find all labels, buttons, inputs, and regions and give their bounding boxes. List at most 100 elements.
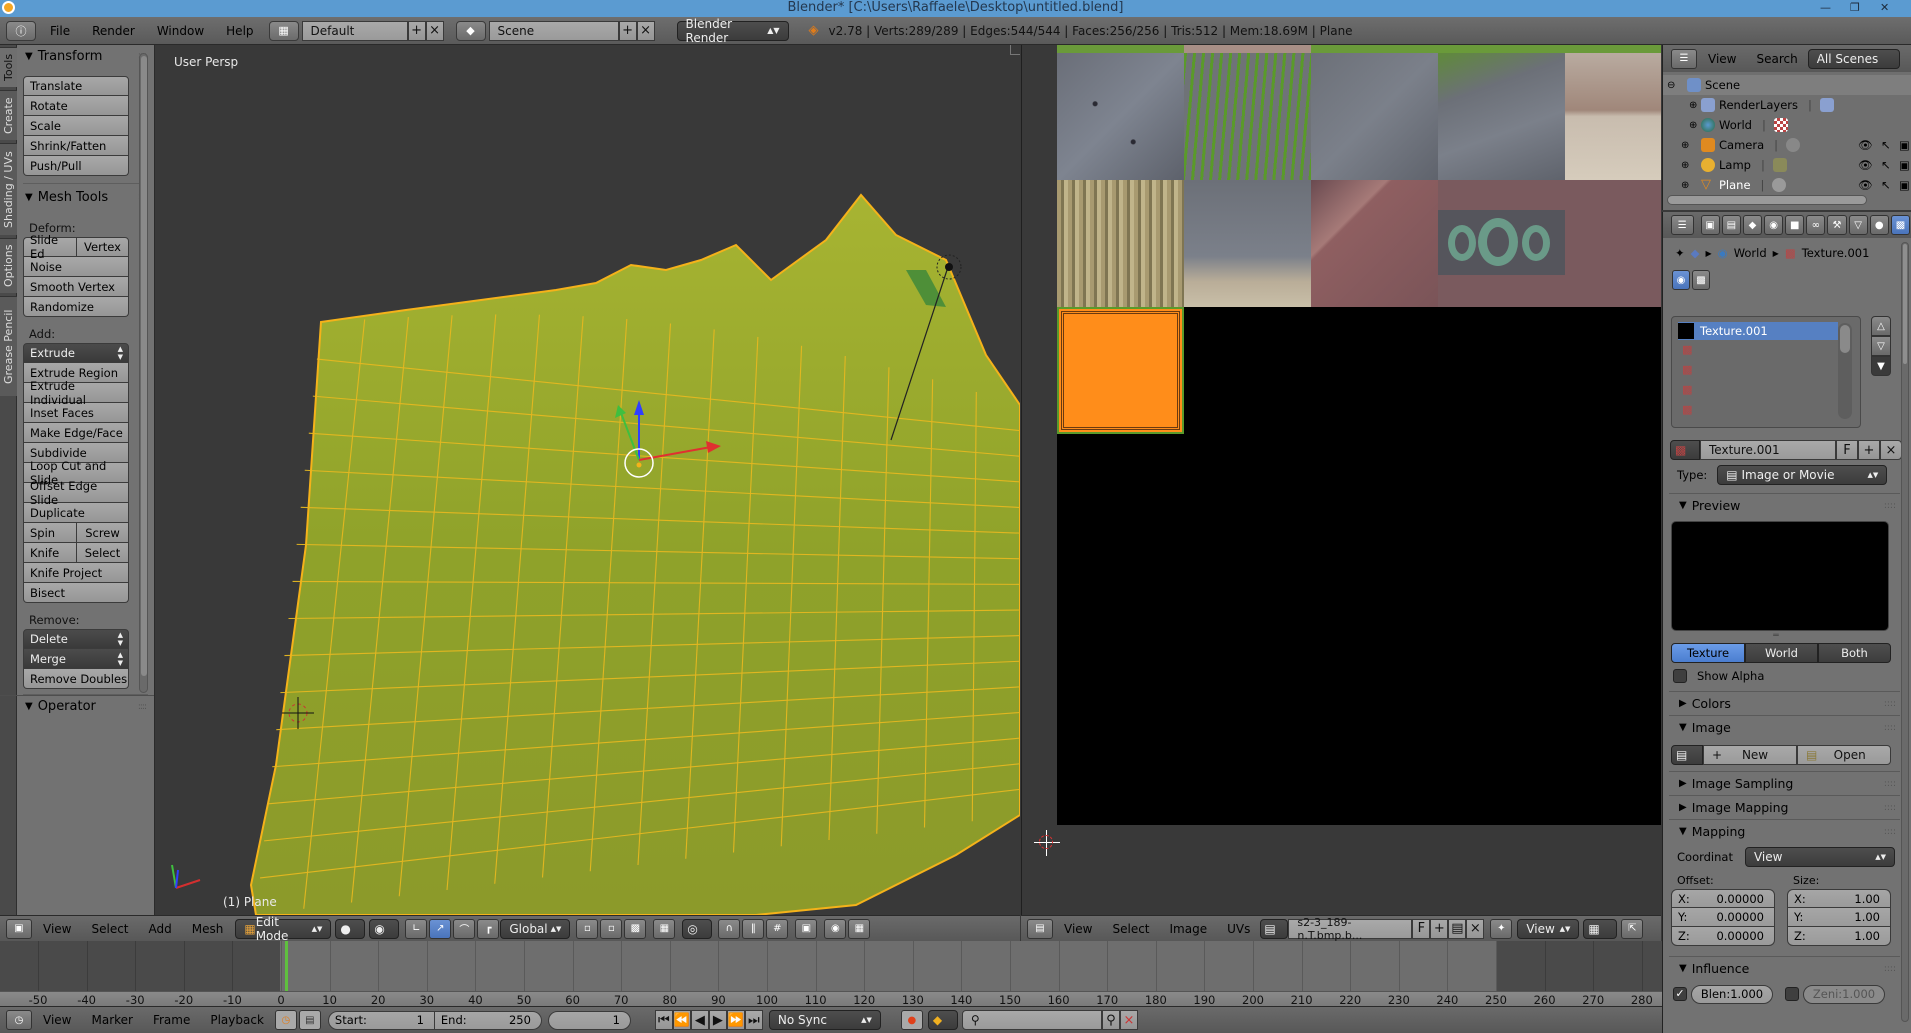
- tab-grease-pencil[interactable]: Grease Pencil: [0, 296, 17, 396]
- new-image-button[interactable]: + New: [1703, 745, 1797, 765]
- timeline-menu-frame[interactable]: Frame: [143, 1013, 200, 1027]
- 2d-cursor[interactable]: [1034, 830, 1060, 856]
- selectability-arrow-icon[interactable]: ↖: [1881, 138, 1891, 152]
- knife-button[interactable]: Knife: [23, 543, 76, 563]
- offset-x-field[interactable]: X: 0.00000: [1671, 889, 1775, 908]
- drag-grip-icon[interactable]: ::::: [1884, 723, 1896, 733]
- jump-to-keyframe-back-button[interactable]: ⏪: [672, 1010, 691, 1030]
- fake-user-button[interactable]: F: [1412, 918, 1431, 939]
- play-reverse-button[interactable]: ◀: [690, 1010, 709, 1030]
- drag-grip-icon[interactable]: ::::: [1884, 827, 1896, 837]
- menu-help[interactable]: Help: [215, 24, 264, 38]
- render-animation-button[interactable]: ▦: [848, 918, 871, 939]
- viewport-menu-view[interactable]: View: [33, 922, 81, 936]
- browse-image-button[interactable]: ▤: [1671, 745, 1703, 765]
- area-split-corner[interactable]: [1010, 45, 1020, 55]
- push-pull-button[interactable]: Push/Pull: [23, 156, 129, 176]
- tab-world[interactable]: ◉: [1764, 215, 1784, 235]
- translate-manipulator-button[interactable]: ↗: [429, 918, 452, 939]
- size-z-field[interactable]: Z: 1.00: [1787, 927, 1891, 946]
- editor-type-properties-button[interactable]: ☰: [1671, 215, 1694, 235]
- timeline-menu-playback[interactable]: Playback: [200, 1013, 274, 1027]
- play-button[interactable]: ▶: [708, 1010, 727, 1030]
- image-panel-header[interactable]: ▼ Image::::: [1669, 715, 1900, 739]
- delete-dropdown[interactable]: Delete ▲ ▼: [23, 629, 129, 649]
- size-y-field[interactable]: Y: 1.00: [1787, 908, 1891, 927]
- make-edge-face-button[interactable]: Make Edge/Face: [23, 423, 129, 443]
- visibility-eye-icon[interactable]: 👁: [1858, 178, 1873, 192]
- sticky-selection-button[interactable]: ⇱: [1621, 918, 1644, 939]
- outliner-item-lamp[interactable]: ⊕ Lamp | 👁 ↖ ▣: [1663, 155, 1911, 175]
- selectability-arrow-icon[interactable]: ↖: [1881, 158, 1891, 172]
- outliner-item-world[interactable]: ⊕ World |: [1663, 115, 1911, 135]
- world-texture-context-button[interactable]: ◉: [1672, 270, 1690, 290]
- slide-vertex-button[interactable]: Vertex: [76, 237, 129, 257]
- image-menu-select[interactable]: Select: [1102, 922, 1159, 936]
- keying-mode-dropdown[interactable]: ◆: [927, 1010, 958, 1030]
- merge-dropdown[interactable]: Merge ▲ ▼: [23, 649, 129, 669]
- editor-type-timeline-button[interactable]: ◷: [6, 1010, 32, 1030]
- start-frame-field[interactable]: Start: 1: [327, 1010, 435, 1030]
- face-select-button[interactable]: ▩: [624, 918, 647, 939]
- vertex-select-button[interactable]: ▫: [576, 918, 599, 939]
- preview-tab-texture[interactable]: Texture: [1671, 643, 1745, 663]
- image-menu-image[interactable]: Image: [1160, 922, 1218, 936]
- opengl-render-button[interactable]: ▣: [795, 918, 818, 939]
- outliner-menu-search[interactable]: Search: [1746, 52, 1807, 66]
- preview-tab-world[interactable]: World: [1745, 643, 1818, 663]
- drag-grip-icon[interactable]: ::::: [1884, 501, 1896, 511]
- drag-grip-icon[interactable]: ::::: [1884, 699, 1896, 709]
- expand-icon[interactable]: ⊕: [1689, 100, 1701, 111]
- outliner-item-renderlayers[interactable]: ⊕ RenderLayers |: [1663, 95, 1911, 115]
- limit-selection-button[interactable]: ▦: [653, 918, 676, 939]
- timeline[interactable]: -50 -40 -30 -20 -10 0 10 20 30 40 50 60 70 80 90 100 110…: [0, 941, 1662, 1007]
- unlink-texture-button[interactable]: ×: [1880, 440, 1902, 460]
- influence-panel-header[interactable]: ▼ Influence::::: [1669, 956, 1900, 980]
- offset-y-field[interactable]: Y: 0.00000: [1671, 908, 1775, 927]
- texture-fake-user-button[interactable]: F: [1836, 440, 1858, 460]
- transform-orientation-dropdown[interactable]: Global ▲▼: [500, 918, 571, 939]
- slot-specials-button[interactable]: ▼: [1871, 356, 1891, 376]
- keying-set-field[interactable]: ⚲: [961, 1010, 1102, 1030]
- outliner-display-mode-dropdown[interactable]: All Scenes: [1807, 48, 1900, 69]
- delete-keyframe-button[interactable]: ×: [1119, 1010, 1138, 1030]
- preview-resize-handle[interactable]: ═: [1663, 631, 1889, 643]
- texture-slot-empty[interactable]: ▩: [1682, 360, 1860, 380]
- expand-icon[interactable]: ⊕: [1689, 120, 1701, 131]
- mesh-canvas[interactable]: [156, 45, 1020, 915]
- timeline-ruler[interactable]: [0, 991, 1662, 1006]
- preview-range-toggle[interactable]: ◷: [274, 1010, 297, 1030]
- offset-z-field[interactable]: Z: 0.00000: [1671, 927, 1775, 946]
- brush-texture-context-button[interactable]: ▩: [1692, 270, 1710, 290]
- editor-type-image-button[interactable]: ▤: [1027, 918, 1053, 939]
- collapse-icon[interactable]: ⊖: [1667, 80, 1679, 91]
- shrink-fatten-button[interactable]: Shrink/Fatten: [23, 136, 129, 156]
- tab-modifiers[interactable]: ⚒: [1827, 215, 1847, 235]
- mesh-surface[interactable]: [249, 193, 1020, 915]
- noise-button[interactable]: Noise: [23, 257, 129, 277]
- renderability-camera-icon[interactable]: ▣: [1899, 178, 1910, 192]
- rotate-button[interactable]: Rotate: [23, 96, 129, 116]
- editor-type-info-button[interactable]: ⓘ: [6, 20, 36, 41]
- uv-island-selected[interactable]: [1057, 307, 1184, 434]
- browse-image-button[interactable]: ▤: [1260, 918, 1289, 939]
- visibility-eye-icon[interactable]: 👁: [1858, 158, 1873, 172]
- bisect-button[interactable]: Bisect: [23, 583, 129, 603]
- tab-scene[interactable]: ◆: [1742, 215, 1762, 235]
- colors-panel-header[interactable]: ▶ Colors::::: [1669, 691, 1900, 715]
- blend-field[interactable]: Blen:1.000: [1691, 984, 1773, 1004]
- open-image-button[interactable]: ▤: [1448, 918, 1467, 939]
- texture-type-dropdown[interactable]: ▤ Image or Movie ▲▼: [1717, 465, 1888, 485]
- slide-edge-button[interactable]: Slide Ed: [23, 233, 76, 261]
- open-image-button[interactable]: ▤ Open: [1797, 745, 1891, 765]
- tab-render-layers[interactable]: ▤: [1721, 215, 1741, 235]
- texture-slot-empty[interactable]: ▩: [1682, 400, 1860, 420]
- renderability-camera-icon[interactable]: ▣: [1899, 158, 1910, 172]
- mesh-tools-panel-header[interactable]: ▼Mesh Tools::::: [17, 186, 154, 208]
- minimize-button[interactable]: —: [1820, 0, 1831, 16]
- texture-slot-active[interactable]: Texture.001: [1678, 322, 1838, 340]
- tab-create[interactable]: Create: [0, 90, 17, 140]
- image-name-field[interactable]: s2-3_189-n.T.bmp.b...: [1288, 916, 1413, 942]
- screen-layout-selector[interactable]: ▦: [268, 20, 299, 41]
- timeline-menu-view[interactable]: View: [33, 1013, 81, 1027]
